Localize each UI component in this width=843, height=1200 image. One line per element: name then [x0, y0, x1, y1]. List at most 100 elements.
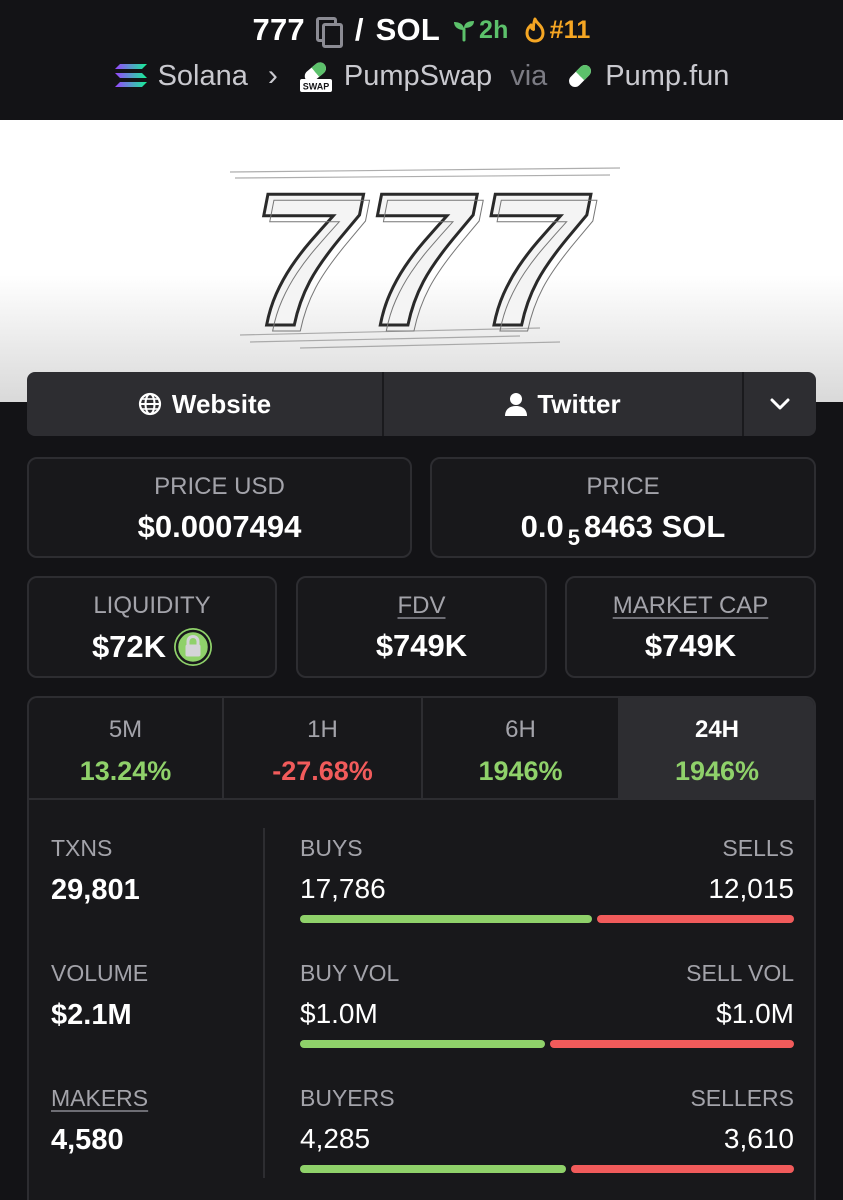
globe-icon	[138, 392, 161, 416]
pumpswap-badge-text: SWAP	[303, 82, 330, 92]
twitter-label: Twitter	[537, 388, 621, 419]
buys-sells-row: BUYS SELLS 17,786 12,015	[300, 834, 794, 923]
breadcrumb-chain[interactable]: Solana	[158, 60, 248, 93]
txns-label: TXNS	[51, 835, 113, 861]
price-usd-value: $0.0007494	[137, 509, 302, 544]
volume-stat: VOLUME $2.1M	[51, 959, 148, 1031]
timeframe-tabs: 5M 13.24% 1H -27.68% 6H 1946% 24H 1946%	[29, 698, 814, 800]
quote-symbol: SOL	[375, 12, 440, 47]
twitter-button[interactable]: Twitter	[384, 372, 744, 436]
seedling-icon	[453, 21, 474, 42]
social-links-bar: Website Twitter	[27, 372, 816, 436]
price-native-label: PRICE	[586, 473, 660, 500]
market-cap-label[interactable]: MARKET CAP	[613, 592, 769, 619]
liquidity-label: LIQUIDITY	[93, 592, 211, 619]
pair-age-badge: 2h	[452, 16, 509, 45]
tab-1h[interactable]: 1H -27.68%	[224, 698, 423, 798]
liquidity-locked-icon[interactable]	[174, 628, 213, 666]
buy-vol-bar-fill	[300, 1040, 545, 1048]
buyers-sellers-row: BUYERS SELLERS 4,285 3,610	[300, 1084, 794, 1173]
tab-label: 24H	[694, 716, 740, 743]
breadcrumb-launchpad[interactable]: Pump.fun	[605, 60, 729, 93]
token-symbol: 777	[252, 12, 305, 47]
buyers-sellers-bar	[300, 1165, 794, 1173]
price-native-subscript: 5	[567, 525, 581, 550]
fire-icon	[525, 17, 545, 43]
liquidity-value: $72K	[91, 629, 167, 664]
solana-logo-icon	[114, 64, 147, 87]
token-banner-image: 777 777	[0, 120, 843, 402]
buyers-value: 4,285	[300, 1123, 371, 1154]
market-cap-value: $749K	[644, 628, 737, 663]
buyers-bar-fill	[300, 1165, 566, 1173]
tab-change: 13.24%	[79, 756, 172, 786]
buy-vol-label: BUY VOL	[300, 960, 400, 986]
website-button[interactable]: Website	[27, 372, 384, 436]
price-usd-card: PRICE USD $0.0007494	[27, 457, 412, 558]
tab-5m[interactable]: 5M 13.24%	[29, 698, 224, 798]
more-links-button[interactable]	[744, 372, 816, 436]
banner-sketch: 777 777	[229, 153, 621, 373]
liquidity-card: LIQUIDITY $72K	[27, 576, 277, 678]
buy-sell-volume-bar	[300, 1040, 794, 1048]
price-native-card: PRICE 0.0 5 8463 SOL	[430, 457, 816, 558]
breadcrumb-dex[interactable]: PumpSwap	[344, 60, 492, 93]
txns-stat: TXNS 29,801	[51, 834, 140, 906]
buys-label: BUYS	[300, 835, 363, 861]
user-icon	[505, 393, 528, 416]
tab-24h[interactable]: 24H 1946%	[620, 698, 814, 798]
sell-vol-label: SELL VOL	[686, 960, 794, 986]
buys-sells-bar	[300, 915, 794, 923]
fdv-value: $749K	[375, 628, 468, 663]
sellers-label: SELLERS	[690, 1085, 794, 1111]
stats-divider	[263, 828, 265, 1178]
makers-value: 4,580	[51, 1124, 124, 1156]
pair-header: 777 / SOL 2h #11 Solana › SWAP PumpSwap …	[0, 0, 843, 120]
copy-icon[interactable]	[315, 16, 343, 48]
tab-label: 6H	[505, 716, 536, 743]
pair-age: 2h	[478, 15, 509, 44]
banner-text-shadow: 777	[256, 160, 597, 372]
sellers-bar-fill	[570, 1165, 794, 1173]
tab-label: 1H	[307, 716, 338, 743]
fdv-label[interactable]: FDV	[398, 592, 446, 619]
buyers-label: BUYERS	[300, 1085, 395, 1111]
sells-bar-fill	[596, 915, 794, 923]
lock-icon	[175, 629, 211, 665]
tab-change: 1946%	[674, 756, 760, 786]
price-native-rest: 8463 SOL	[584, 509, 726, 544]
breadcrumb-via: via	[510, 59, 548, 92]
trending-rank-badge[interactable]: #11	[523, 16, 591, 45]
chevron-right-icon: ›	[267, 59, 278, 92]
stats-panel: 5M 13.24% 1H -27.68% 6H 1946% 24H 1946% …	[27, 696, 816, 1200]
fdv-card: FDV $749K	[296, 576, 547, 678]
website-label: Website	[171, 388, 272, 419]
volume-value: $2.1M	[51, 999, 132, 1031]
sells-label: SELLS	[722, 835, 794, 861]
tab-label: 5M	[108, 716, 143, 743]
makers-stat: MAKERS 4,580	[51, 1084, 148, 1156]
buy-sell-volume-row: BUY VOL SELL VOL $1.0M $1.0M	[300, 959, 794, 1048]
tab-change: 1946%	[478, 756, 563, 786]
pumpswap-logo-icon: SWAP	[299, 62, 332, 92]
tab-change: -27.68%	[272, 756, 373, 786]
price-native-prefix: 0.0	[520, 509, 564, 544]
chevron-down-icon	[770, 398, 790, 410]
txns-value: 29,801	[51, 874, 140, 906]
buys-bar-fill	[300, 915, 592, 923]
price-usd-label: PRICE USD	[154, 473, 285, 500]
trade-stats: TXNS 29,801 VOLUME $2.1M MAKERS 4,580 BU…	[29, 800, 814, 1200]
pill-icon	[569, 65, 592, 87]
market-cap-card: MARKET CAP $749K	[565, 576, 816, 678]
buys-value: 17,786	[300, 873, 386, 904]
tab-6h[interactable]: 6H 1946%	[423, 698, 620, 798]
trending-rank: #11	[549, 15, 591, 44]
price-native-value: 0.0 5 8463 SOL	[432, 509, 814, 550]
buy-vol-value: $1.0M	[300, 998, 378, 1029]
makers-label[interactable]: MAKERS	[51, 1085, 148, 1111]
sell-vol-bar-fill	[549, 1040, 794, 1048]
volume-label: VOLUME	[51, 960, 149, 986]
pair-title: 777 / SOL 2h #11	[0, 10, 843, 50]
pair-separator: /	[354, 12, 364, 47]
sellers-value: 3,610	[723, 1123, 794, 1154]
